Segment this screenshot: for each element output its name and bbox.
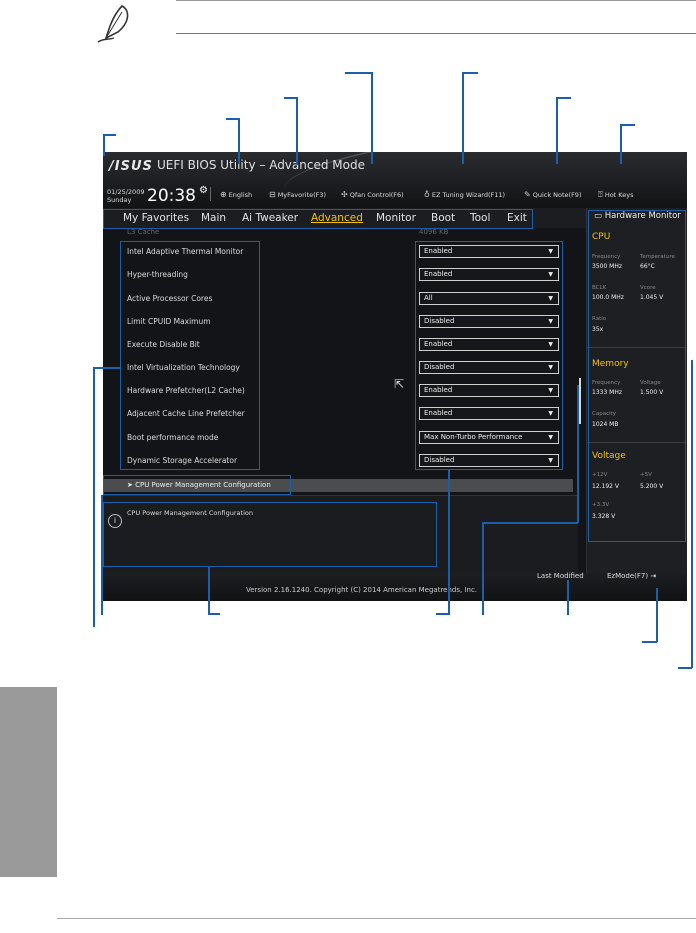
qfan-button[interactable]: ✣ Qfan Control(F6) (341, 190, 404, 199)
callout-line (556, 97, 571, 99)
top-rule (176, 0, 696, 1)
hotkeys-button[interactable]: ⍰ Hot Keys (598, 190, 633, 200)
callout-line (567, 580, 569, 615)
callout-line (93, 367, 95, 627)
callout-line (577, 385, 579, 523)
bios-title: UEFI BIOS Utility – Advanced Mode (157, 158, 365, 172)
ez-tuning-button[interactable]: ♁ EZ Tuning Wizard(F11) (424, 190, 505, 199)
callout-line (238, 118, 240, 164)
callout-line (296, 97, 298, 165)
last-modified-button[interactable]: Last Modified (537, 572, 584, 580)
callout-line (556, 97, 558, 164)
myfavorite-icon: ⊟ (269, 190, 276, 199)
callout-line (284, 97, 297, 99)
date-display: 01/25/2009 Sunday (107, 188, 144, 204)
ez-tuning-label: EZ Tuning Wizard(F11) (431, 191, 506, 199)
chapter-side-tab (0, 687, 57, 877)
callout-line (620, 124, 622, 164)
globe-icon: ⊕ (220, 190, 227, 199)
callout-line (93, 367, 120, 369)
callout-box-hwmon (588, 210, 686, 542)
hotkeys-icon: ⍰ (598, 190, 603, 199)
callout-line (208, 613, 220, 615)
callout-box-submenu (103, 475, 291, 495)
fan-icon: ✣ (341, 190, 348, 199)
quick-note-button[interactable]: ✎ Quick Note(F9) (524, 190, 581, 199)
version-text: Version 2.16.1240. Copyright (C) 2014 Am… (246, 586, 478, 594)
callout-line (371, 72, 373, 164)
language-button[interactable]: ⊕ English (220, 190, 252, 199)
cache-value: 4096 KB (419, 228, 449, 236)
callout-line (656, 588, 658, 642)
myfavorite-label: MyFavorite(F3) (277, 191, 327, 199)
day-text: Sunday (107, 196, 132, 204)
cache-label: L3 Cache (127, 228, 160, 236)
hotkeys-label: Hot Keys (604, 191, 634, 199)
callout-box-items (120, 241, 260, 470)
callout-box-help (103, 502, 437, 567)
date-text: 01/25/2009 (107, 188, 145, 196)
ezmode-label: EzMode(F7) (607, 572, 649, 580)
divider (210, 187, 211, 201)
callout-line (345, 72, 372, 74)
feather-note-icon (97, 5, 129, 43)
callout-line (462, 72, 464, 164)
callout-line (462, 72, 478, 74)
callout-line (482, 522, 484, 615)
callout-line (448, 470, 450, 615)
callout-box-fields (415, 241, 563, 470)
note-icon: ✎ (524, 190, 531, 199)
callout-box-menu (103, 209, 533, 229)
ezmode-button[interactable]: EzMode(F7) ⇥ (607, 572, 656, 580)
language-label: English (228, 191, 253, 199)
callout-line (691, 360, 693, 668)
bulb-icon: ♁ (424, 190, 430, 199)
callout-line (620, 124, 635, 126)
callout-line (101, 495, 103, 615)
note-rule (176, 33, 696, 34)
callout-line (482, 522, 578, 524)
callout-line (678, 667, 692, 669)
mouse-cursor-icon: ⇱ (394, 377, 405, 391)
callout-line (436, 613, 449, 615)
asus-logo: /ISUS (109, 159, 153, 174)
qfan-label: Qfan Control(F6) (349, 191, 404, 199)
callout-line (642, 641, 657, 643)
footer-rule (57, 918, 696, 919)
callout-line (208, 567, 210, 614)
gear-icon[interactable]: ⚙ (199, 185, 208, 196)
time-display: 20:38 (147, 186, 196, 206)
scrollbar[interactable] (579, 378, 581, 424)
quick-note-label: Quick Note(F9) (532, 191, 582, 199)
exit-arrow-icon: ⇥ (650, 572, 657, 580)
myfavorite-button[interactable]: ⊟ MyFavorite(F3) (269, 190, 326, 199)
callout-line (226, 118, 239, 120)
callout-line (103, 134, 116, 136)
callout-line (103, 134, 105, 156)
